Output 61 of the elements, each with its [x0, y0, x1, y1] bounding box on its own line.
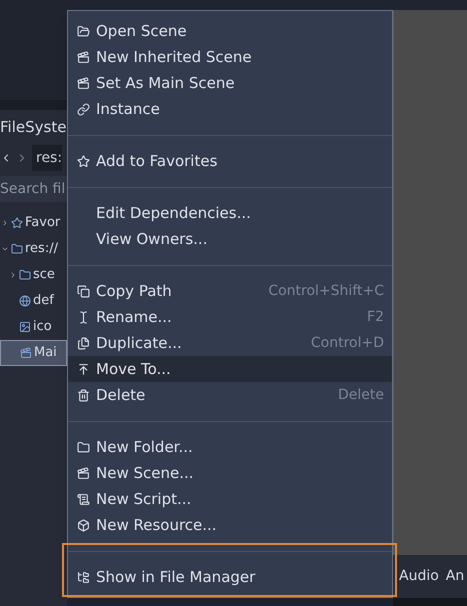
- tree-item[interactable]: res://: [0, 236, 67, 262]
- menu-item[interactable]: New Folder...: [68, 434, 392, 460]
- menu-item[interactable]: Move To...: [68, 356, 392, 382]
- menu-item[interactable]: View Owners...: [68, 226, 392, 252]
- menu-item[interactable]: Open Scene: [68, 18, 392, 44]
- menu-item[interactable]: Instance: [68, 96, 392, 122]
- duplicate-icon: [76, 336, 90, 350]
- tree-label: sce: [33, 266, 55, 284]
- path-field[interactable]: res:: [32, 145, 62, 171]
- star-icon: [76, 154, 90, 168]
- clapperboard-icon: [76, 466, 90, 480]
- tree-label: res://: [25, 240, 58, 258]
- arrow-up-icon: [76, 362, 90, 376]
- folder-icon: [76, 440, 90, 454]
- menu-item[interactable]: Copy Path Control+Shift+C: [68, 278, 392, 304]
- menu-item[interactable]: Show in File Manager: [68, 564, 392, 590]
- shortcut-label: Delete: [338, 386, 384, 404]
- menu-item[interactable]: Rename... F2: [68, 304, 392, 330]
- folder-tree-icon: [76, 570, 90, 584]
- menu-item[interactable]: Set As Main Scene: [68, 70, 392, 96]
- tree-label: ico: [33, 318, 52, 336]
- tree-label: Favor: [25, 214, 60, 232]
- scroll-icon: [76, 492, 90, 506]
- tree-item[interactable]: ico: [0, 314, 67, 340]
- clapperboard-icon: [76, 76, 90, 90]
- folder-open-icon: [76, 24, 90, 38]
- panel-tab[interactable]: Audio: [399, 566, 439, 587]
- menu-item[interactable]: New Resource...: [68, 512, 392, 538]
- tree-item[interactable]: def: [0, 288, 67, 314]
- clapperboard-icon: [20, 347, 32, 359]
- folder-icon: [11, 243, 23, 255]
- copy-icon: [76, 284, 90, 298]
- tree-label: Mai: [34, 344, 57, 362]
- chevron-right-icon[interactable]: [9, 271, 17, 279]
- trash-icon: [76, 388, 90, 402]
- image-icon: [19, 321, 31, 333]
- panel-tab[interactable]: An: [446, 566, 464, 587]
- chevron-down-icon[interactable]: [1, 245, 9, 253]
- menu-item[interactable]: New Scene...: [68, 460, 392, 486]
- menu-item[interactable]: Duplicate... Control+D: [68, 330, 392, 356]
- tree-item[interactable]: Favor: [0, 210, 67, 236]
- menu-item[interactable]: Edit Dependencies...: [68, 200, 392, 226]
- shortcut-label: F2: [367, 308, 384, 326]
- shortcut-label: Control+Shift+C: [268, 282, 384, 300]
- link-icon: [76, 102, 90, 116]
- cube-icon: [76, 518, 90, 532]
- menu-item[interactable]: Add to Favorites: [68, 148, 392, 174]
- tree-item[interactable]: Mai: [0, 340, 67, 366]
- shortcut-label: Control+D: [310, 334, 384, 352]
- search-field[interactable]: Search fil: [0, 176, 67, 202]
- star-icon: [11, 217, 23, 229]
- tree-label: def: [33, 292, 54, 310]
- menu-item[interactable]: New Inherited Scene: [68, 44, 392, 70]
- tree-item[interactable]: sce: [0, 262, 67, 288]
- chevron-right-icon[interactable]: [1, 219, 9, 227]
- dock-title: FileSyste: [0, 116, 67, 138]
- folder-icon: [19, 269, 31, 281]
- menu-item[interactable]: New Script...: [68, 486, 392, 512]
- clapperboard-icon: [76, 50, 90, 64]
- globe-icon: [19, 295, 31, 307]
- menu-item[interactable]: Delete Delete: [68, 382, 392, 408]
